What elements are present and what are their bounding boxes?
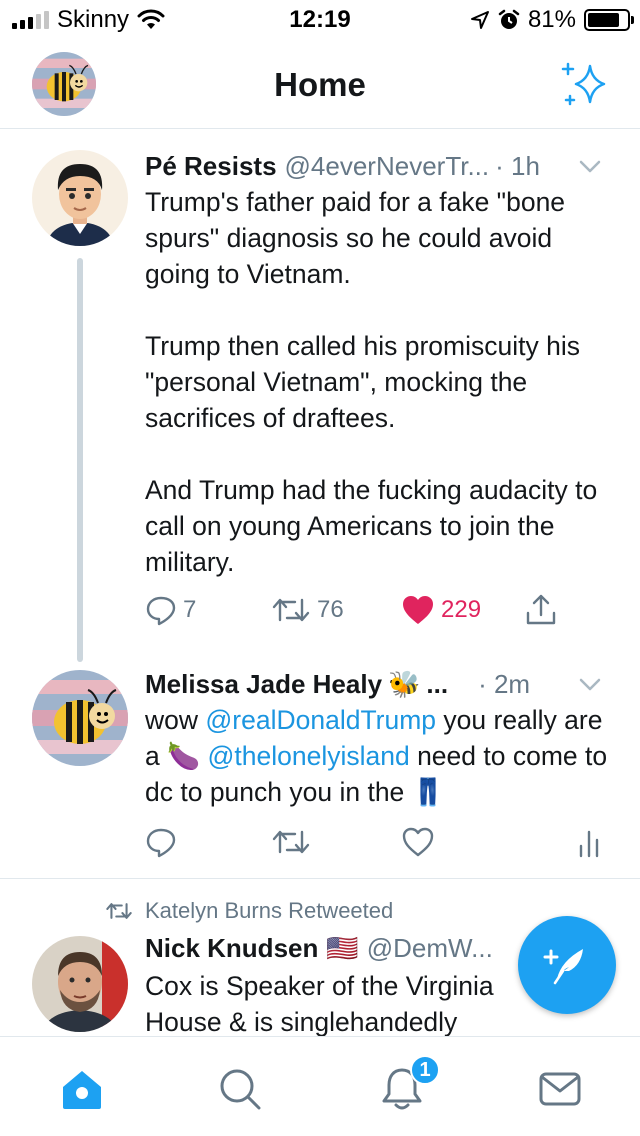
compose-feather-icon — [543, 949, 583, 985]
tweet-timestamp: · 2m — [478, 668, 531, 699]
retweet-button[interactable]: 76 — [271, 590, 344, 630]
chevron-down-icon[interactable] — [578, 156, 602, 176]
tab-home[interactable] — [58, 1065, 106, 1113]
tweet[interactable]: Pé Resists @4everNeverTr... · 1h Trump's… — [0, 130, 640, 662]
author-name-ellipsis: ... — [426, 668, 449, 699]
battery-icon — [584, 9, 634, 31]
status-bar: Skinny 12:19 81% — [0, 0, 640, 40]
us-flag-emoji: 🇺🇸 — [326, 932, 359, 963]
tweet-actions — [145, 822, 599, 862]
tab-messages[interactable] — [536, 1065, 584, 1113]
author-avatar[interactable] — [32, 670, 128, 766]
page-title: Home — [274, 66, 366, 103]
top-header: Home — [0, 40, 640, 129]
location-icon — [470, 11, 489, 29]
reply-icon — [146, 596, 176, 626]
author-handle[interactable]: @DemW... — [367, 933, 493, 964]
alarm-icon — [498, 9, 520, 29]
compose-tweet-button[interactable] — [518, 916, 616, 1014]
reply-icon — [146, 828, 176, 858]
tweet-actions: 7 76 229 — [145, 590, 595, 630]
retweet-count: 76 — [317, 596, 344, 623]
tweet-text: wow @realDonaldTrump you really are a 🍆 … — [145, 705, 608, 807]
bee-emoji: 🐝 — [388, 668, 421, 699]
tweet[interactable]: Melissa Jade Healy 🐝 ... · 2m wow @realD… — [0, 660, 640, 878]
mention-link[interactable]: @realDonaldTrump — [205, 705, 436, 735]
heart-icon — [402, 827, 434, 857]
tweet-divider — [0, 878, 640, 879]
mention-link[interactable]: @thelonelyisland — [207, 741, 409, 771]
share-button[interactable] — [525, 590, 557, 630]
sparkle-icon[interactable] — [558, 58, 612, 112]
retweet-button[interactable] — [271, 822, 311, 862]
author-name[interactable]: Melissa Jade Healy — [145, 669, 382, 700]
reply-count: 7 — [183, 596, 197, 623]
eggplant-emoji: 🍆 — [167, 741, 201, 771]
thread-connector — [77, 258, 83, 662]
tweet-timestamp: · 1h — [495, 150, 540, 181]
search-icon — [220, 1069, 261, 1110]
tab-search[interactable] — [216, 1065, 264, 1113]
bottom-tab-bar: 1 — [0, 1036, 640, 1136]
retweet-icon — [106, 903, 132, 919]
author-avatar[interactable] — [32, 936, 128, 1032]
like-button[interactable]: 229 — [401, 590, 481, 630]
tweet-text: Trump's father paid for a fake "bone spu… — [145, 187, 598, 577]
heart-filled-icon — [403, 596, 433, 624]
author-name[interactable]: Pé Resists — [145, 151, 277, 182]
reply-button[interactable]: 7 — [145, 590, 196, 630]
chevron-down-icon[interactable] — [578, 674, 602, 694]
author-avatar[interactable] — [32, 150, 128, 246]
messages-icon — [539, 1072, 581, 1106]
retweet-icon — [272, 830, 310, 854]
share-icon — [526, 594, 556, 625]
like-button[interactable] — [401, 822, 435, 862]
reply-button[interactable] — [145, 822, 177, 862]
author-name[interactable]: Nick Knudsen — [145, 933, 318, 964]
retweet-icon — [272, 598, 310, 622]
analytics-icon — [579, 830, 599, 858]
retweeted-by-label: Katelyn Burns Retweeted — [145, 898, 394, 923]
author-handle[interactable]: @4everNeverTr... — [285, 151, 490, 182]
retweet-context[interactable]: Katelyn Burns Retweeted — [105, 898, 393, 924]
home-icon — [63, 1071, 101, 1109]
notification-badge: 1 — [410, 1055, 440, 1085]
tab-notifications[interactable]: 1 — [378, 1055, 440, 1113]
analytics-button[interactable] — [577, 822, 601, 862]
jeans-emoji: 👖 — [411, 777, 445, 807]
battery-percentage: 81% — [527, 6, 576, 33]
like-count: 229 — [441, 596, 482, 623]
